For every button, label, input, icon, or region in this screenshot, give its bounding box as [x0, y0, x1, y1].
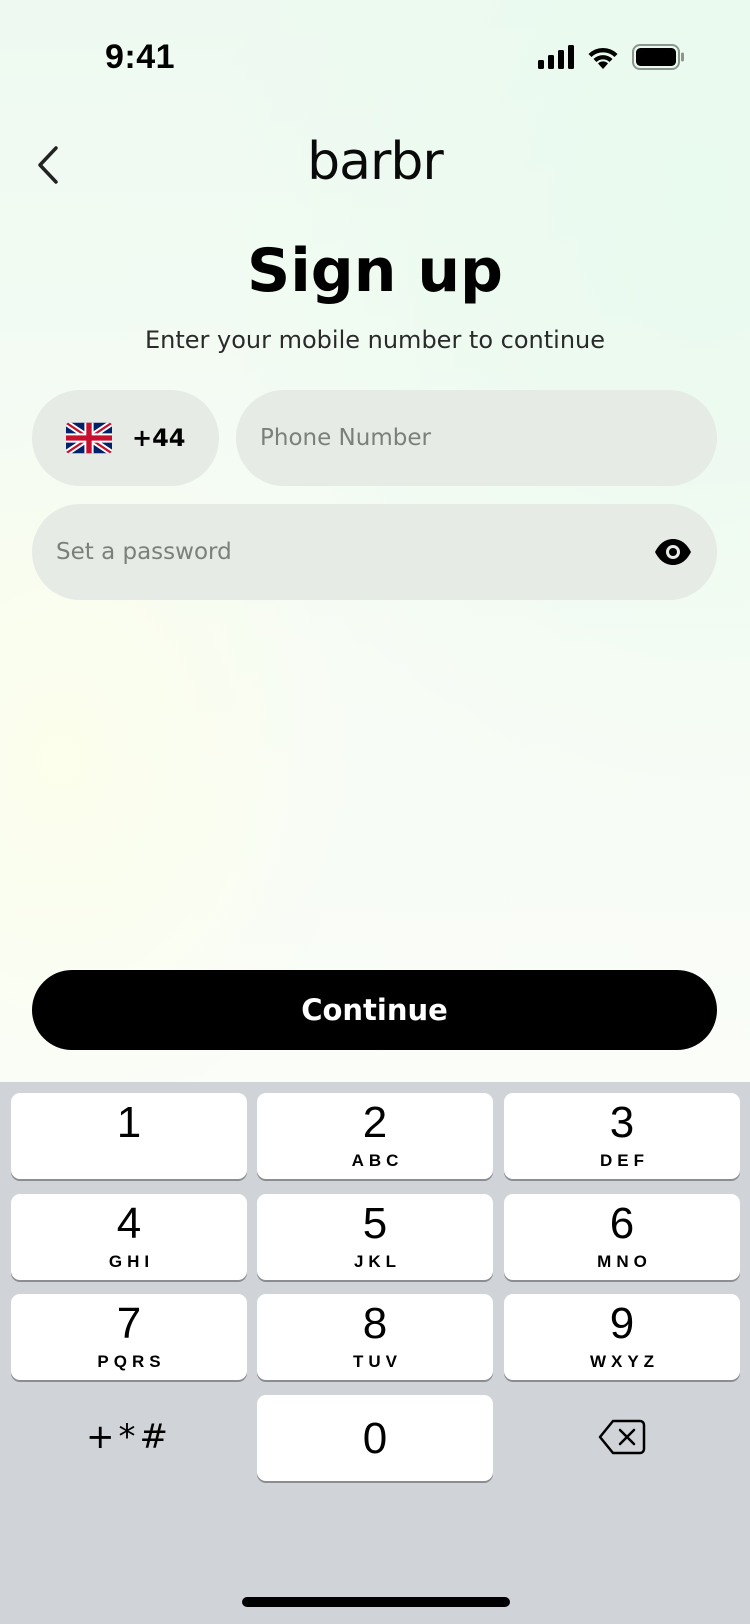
key-digit: 9: [609, 1299, 635, 1348]
phone-number-input[interactable]: Phone Number: [236, 390, 717, 486]
country-code-picker[interactable]: +44: [32, 390, 219, 486]
key-digit: 7: [116, 1299, 142, 1348]
key-digit: 0: [362, 1414, 388, 1463]
cellular-signal-icon: [538, 45, 574, 69]
key-1[interactable]: 1: [11, 1093, 247, 1179]
battery-icon: [632, 44, 684, 70]
key-letters: JKL: [353, 1252, 402, 1271]
symbols-key[interactable]: +*#: [11, 1394, 247, 1480]
key-6[interactable]: 6 MNO: [504, 1194, 740, 1280]
key-letters: TUV: [353, 1352, 402, 1371]
key-4[interactable]: 4 GHI: [11, 1194, 247, 1280]
signup-screen: 9:41 barbr Sign up Enter your mobile num…: [0, 0, 750, 1624]
key-letters: MNO: [597, 1252, 652, 1271]
key-letters: ABC: [351, 1151, 404, 1170]
key-letters: DEF: [600, 1151, 649, 1170]
key-digit: 6: [609, 1199, 635, 1248]
key-digit: 8: [362, 1299, 388, 1348]
key-digit: 2: [362, 1098, 388, 1147]
key-9[interactable]: 9 WXYZ: [504, 1294, 740, 1380]
key-letters: PQRS: [97, 1352, 166, 1371]
phone-number-placeholder: Phone Number: [260, 425, 431, 451]
key-5[interactable]: 5 JKL: [257, 1194, 493, 1280]
continue-button[interactable]: Continue: [32, 970, 717, 1050]
app-logo: barbr: [307, 132, 444, 192]
key-digit: 5: [362, 1199, 388, 1248]
backspace-icon: [598, 1419, 646, 1455]
password-placeholder: Set a password: [56, 539, 232, 565]
eye-icon: [655, 539, 691, 565]
password-input[interactable]: Set a password: [32, 504, 717, 600]
key-letters: GHI: [108, 1252, 155, 1271]
status-icons: [538, 44, 684, 70]
toggle-password-visibility-button[interactable]: [653, 534, 693, 570]
key-8[interactable]: 8 TUV: [257, 1294, 493, 1380]
key-digit: 1: [116, 1098, 142, 1147]
page-title: Sign up: [247, 236, 503, 306]
key-0[interactable]: 0: [257, 1395, 493, 1481]
status-bar: 9:41: [0, 0, 750, 120]
key-digit: 4: [116, 1199, 142, 1248]
delete-key[interactable]: [504, 1394, 740, 1480]
key-2[interactable]: 2 ABC: [257, 1093, 493, 1179]
uk-flag-icon: [66, 422, 112, 454]
key-letters: WXYZ: [589, 1352, 660, 1371]
key-7[interactable]: 7 PQRS: [11, 1294, 247, 1380]
status-time: 9:41: [105, 38, 176, 76]
wifi-icon: [588, 47, 618, 69]
home-indicator: [242, 1597, 510, 1607]
key-3[interactable]: 3 DEF: [504, 1093, 740, 1179]
key-digit: 3: [609, 1098, 635, 1147]
country-code-label: +44: [132, 424, 186, 452]
page-subtitle: Enter your mobile number to continue: [144, 326, 606, 354]
